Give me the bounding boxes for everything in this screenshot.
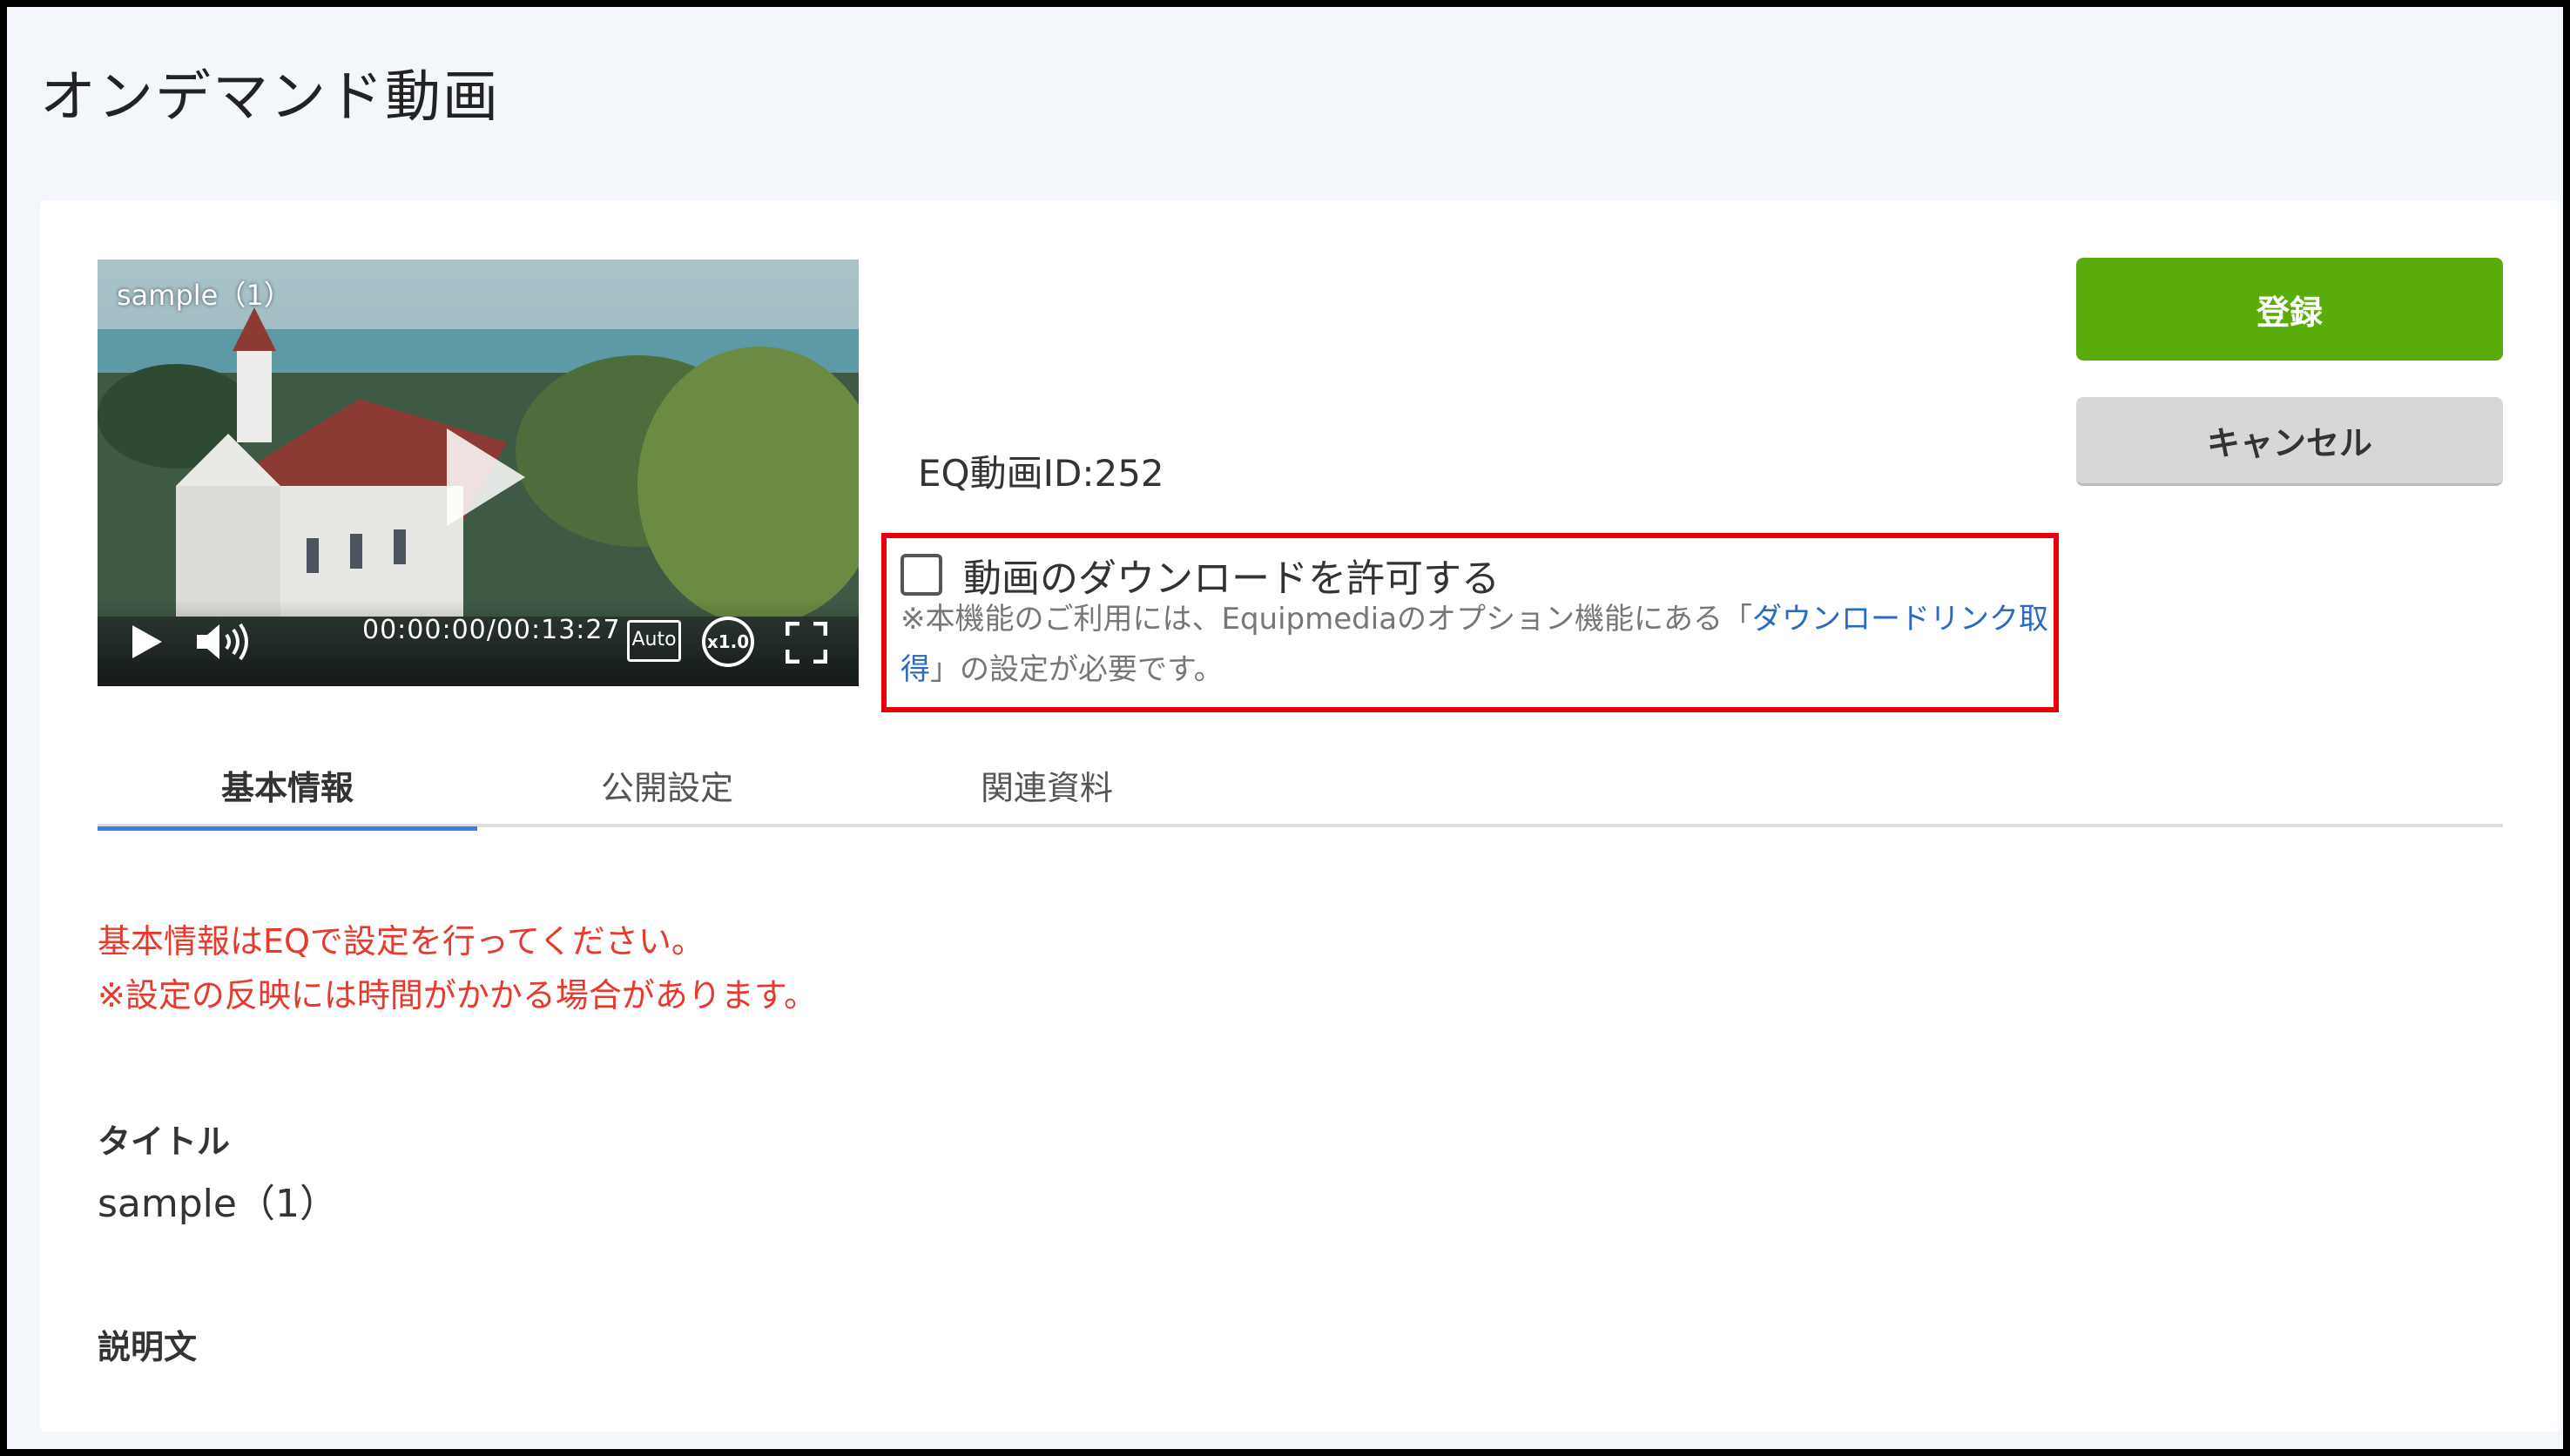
- description-field-label: 説明文: [98, 1328, 198, 1366]
- tab-basic-info[interactable]: 基本情報: [98, 758, 477, 831]
- video-edit-card: sample（1） 00:00:00/00:13:27 Auto x1.0 EQ…: [40, 200, 2560, 1432]
- time-display: 00:00:00/00:13:27: [362, 615, 621, 645]
- download-permission-checkbox[interactable]: [901, 554, 942, 596]
- speed-icon[interactable]: x1.0: [702, 617, 754, 667]
- download-note-suffix: 」の設定が必要です。: [930, 652, 1224, 687]
- cancel-button[interactable]: キャンセル: [2076, 397, 2503, 486]
- big-play-icon[interactable]: [442, 425, 529, 529]
- title-field-label: タイトル: [98, 1122, 231, 1161]
- tab-publish-settings[interactable]: 公開設定: [477, 758, 857, 827]
- volume-icon[interactable]: [195, 622, 251, 662]
- quality-icon[interactable]: Auto: [627, 620, 681, 662]
- info-warning: 基本情報はEQで設定を行ってください。 ※設定の反映には時間がかかる場合がありま…: [98, 914, 817, 1022]
- tab-related-materials[interactable]: 関連資料: [857, 758, 1237, 827]
- video-player[interactable]: sample（1） 00:00:00/00:13:27 Auto x1.0: [98, 260, 859, 686]
- page-title: オンデマンド動画: [40, 65, 500, 130]
- info-warning-line-1: 基本情報はEQで設定を行ってください。: [98, 922, 705, 961]
- eq-video-id: EQ動画ID:252: [918, 452, 1164, 495]
- info-warning-line-2: ※設定の反映には時間がかかる場合があります。: [98, 976, 818, 1014]
- title-field-value: sample（1）: [98, 1182, 338, 1226]
- play-icon[interactable]: [129, 624, 164, 660]
- tab-bar: 基本情報 公開設定 関連資料: [98, 758, 2503, 831]
- player-title: sample（1）: [117, 279, 292, 312]
- download-note: ※本機能のご利用には、Equipmediaのオプション機能にある「ダウンロードリ…: [901, 594, 2050, 695]
- download-note-prefix: ※本機能のご利用には、Equipmediaのオプション機能にある「: [901, 602, 1753, 637]
- register-button[interactable]: 登録: [2076, 258, 2503, 361]
- fullscreen-icon[interactable]: [786, 622, 827, 664]
- app-window: オンデマンド動画 sample（1） 00:00:00/00:13:27 Aut…: [0, 0, 2570, 1456]
